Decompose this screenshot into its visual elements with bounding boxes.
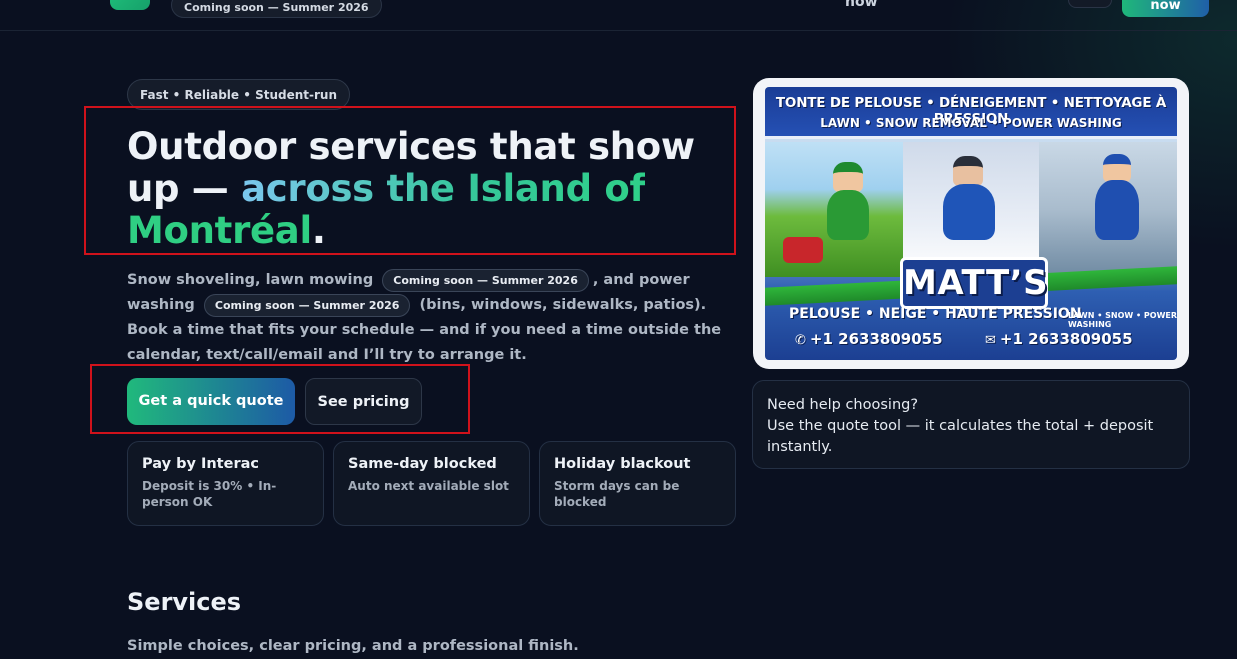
- theme-toggle-button[interactable]: [1068, 0, 1112, 8]
- feature-title: Pay by Interac: [142, 456, 259, 472]
- hero-title-gradient: across the Island of: [241, 167, 646, 210]
- feature-text: Deposit is 30% • In-person OK: [142, 479, 277, 509]
- hero-desc-part1: Snow shoveling, lawn mowing: [127, 272, 374, 288]
- get-quote-button[interactable]: Get a quick quote: [127, 378, 295, 425]
- feature-text: Auto next available slot: [348, 479, 509, 493]
- worker-figure: [953, 156, 983, 186]
- poster-services-short-fr: PELOUSE • NEIGE • HAUTE PRESSION: [789, 306, 1082, 322]
- coming-soon-pill-washing: Coming soon — Summer 2026: [203, 293, 411, 317]
- feature-title: Same-day blocked: [348, 456, 497, 472]
- hero-title-period: .: [311, 209, 326, 252]
- poster-phone-number: +1 2633809055: [809, 330, 943, 348]
- help-title: Need help choosing?: [767, 397, 919, 413]
- see-pricing-button[interactable]: See pricing: [305, 378, 422, 425]
- logo[interactable]: [110, 0, 150, 10]
- help-text: Use the quote tool — it calculates the t…: [767, 418, 1154, 455]
- services-subtitle: Simple choices, clear pricing, and a pro…: [127, 638, 579, 654]
- poster-text-number-value: +1 2633809055: [999, 330, 1133, 348]
- poster-services-short-en: LAWN • SNOW • POWER WASHING: [1068, 311, 1177, 329]
- coming-soon-pill-lawn: Coming soon — Summer 2026: [382, 268, 589, 292]
- hero-title-city: Montréal: [127, 209, 312, 252]
- worker-body: [827, 190, 869, 240]
- feature-card-holiday: Holiday blackout Storm days can be block…: [539, 441, 736, 526]
- nav-cta-button[interactable]: now: [1122, 0, 1209, 17]
- nav-link-book-now[interactable]: now: [845, 0, 878, 10]
- coming-soon-badge: Coming soon — Summer 2026: [171, 0, 382, 18]
- hero-tagline-pill: Fast • Reliable • Student-run: [127, 79, 350, 110]
- mail-icon: ✉: [985, 333, 996, 348]
- help-choosing-card: Need help choosing? Use the quote tool —…: [752, 380, 1190, 469]
- poster-brand-logo: MATT’S: [900, 257, 1048, 309]
- feature-title: Holiday blackout: [554, 456, 691, 472]
- phone-icon: ✆: [795, 333, 806, 348]
- worker-body: [943, 184, 995, 240]
- feature-card-same-day: Same-day blocked Auto next available slo…: [333, 441, 530, 526]
- hero-description: Snow shoveling, lawn mowing Coming soon …: [127, 268, 737, 368]
- worker-body: [1095, 180, 1139, 240]
- promo-poster-card: TONTE DE PELOUSE • DÉNEIGEMENT • NETTOYA…: [753, 78, 1189, 369]
- promo-poster-image: TONTE DE PELOUSE • DÉNEIGEMENT • NETTOYA…: [765, 87, 1177, 360]
- top-navigation-bar: Coming soon — Summer 2026 now now: [0, 0, 1237, 31]
- lawn-mower-icon: [783, 237, 823, 263]
- feature-card-interac: Pay by Interac Deposit is 30% • In-perso…: [127, 441, 324, 526]
- worker-figure: [833, 162, 863, 192]
- worker-figure: [1103, 154, 1131, 182]
- hero-title: Outdoor services that show up — across t…: [127, 126, 727, 252]
- poster-phone: ✆ +1 2633809055: [795, 330, 943, 348]
- poster-services-en: LAWN • SNOW REMOVAL • POWER WASHING: [820, 116, 1122, 130]
- feature-text: Storm days can be blocked: [554, 479, 680, 509]
- poster-text-number: ✉ +1 2633809055: [985, 330, 1133, 348]
- services-heading: Services: [127, 588, 242, 616]
- power-wash-scene: [1039, 142, 1177, 277]
